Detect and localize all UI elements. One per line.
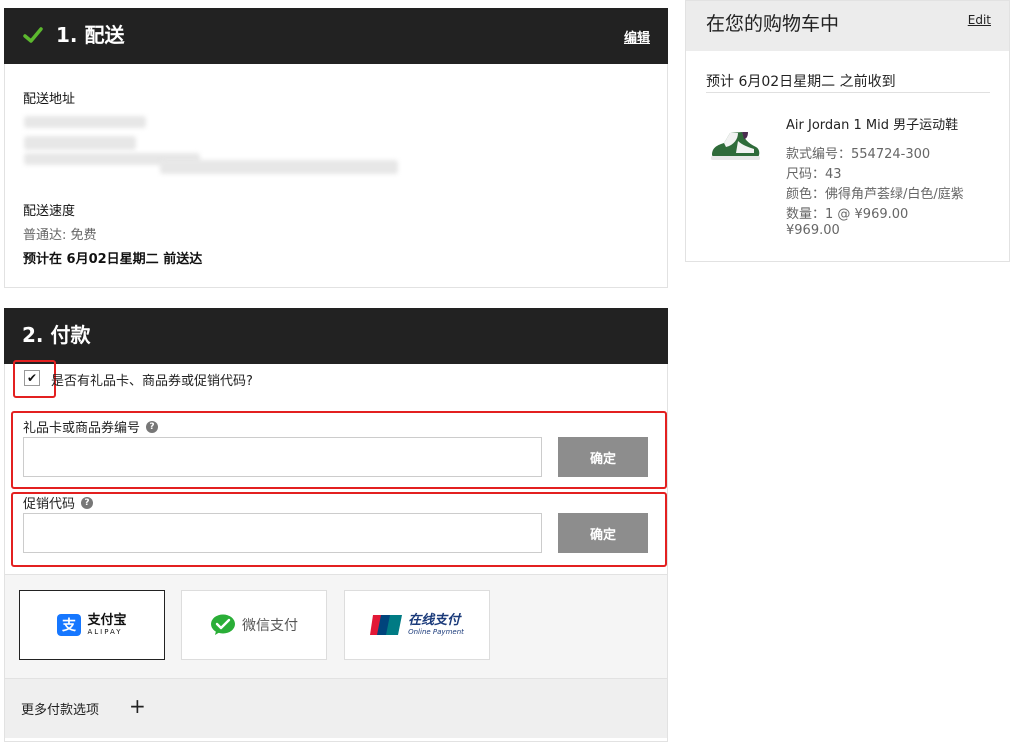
promo-confirm-button[interactable]: 确定 [558,513,648,553]
promo-label-text: 促销代码 [23,497,76,512]
cart-edit-link[interactable]: Edit [968,13,991,27]
svg-text:支: 支 [61,617,77,634]
alipay-sublabel: ALIPAY [87,628,123,636]
product-color: 颜色：佛得角芦荟绿/白色/庭紫 [786,187,964,202]
delivery-estimate: 预计在 6月02日星期二 前送达 [23,252,203,267]
gift-checkbox-label: 是否有礼品卡、商品券或促销代码? [51,374,253,389]
method-wechat[interactable]: 微信支付 [181,590,327,660]
giftcard-label: 礼品卡或商品券编号 ? [23,417,159,436]
shipping-title: 1. 配送 [56,23,125,47]
giftcard-confirm-button[interactable]: 确定 [558,437,648,477]
wechat-icon [211,614,235,635]
speed-label: 配送速度 [23,204,76,219]
wechat-label: 微信支付 [242,618,298,634]
alipay-icon: 支 [57,614,82,636]
redacted-address-line [160,160,398,174]
shipping-header: 1. 配送 编辑 [4,8,668,64]
giftcard-label-text: 礼品卡或商品券编号 [23,421,141,436]
cart-panel: 在您的购物车中 Edit 预计 6月02日星期二 之前收到 Air Jordan… [685,0,1010,262]
checkmark-icon: ✔ [26,371,38,385]
address-label: 配送地址 [23,92,76,107]
more-payment-label: 更多付款选项 [21,703,100,718]
payment-title: 2. 付款 [22,323,91,347]
promo-input[interactable] [23,513,542,553]
gift-checkbox[interactable]: ✔ [24,370,40,386]
cart-arrival: 预计 6月02日星期二 之前收到 [706,74,896,90]
giftcard-input[interactable] [23,437,542,477]
check-icon [23,27,43,43]
payment-header: 2. 付款 [4,308,668,364]
redacted-address-line [24,136,136,150]
promo-label: 促销代码 ? [23,493,94,512]
help-icon[interactable]: ? [81,496,94,509]
product-price: ¥969.00 [786,223,840,238]
speed-value: 普通达: 免费 [23,228,97,243]
alipay-label: 支付宝 [87,613,127,628]
method-unionpay[interactable]: 在线支付 Online Payment [344,590,490,660]
shoe-image [711,132,760,160]
unionpay-label: 在线支付 [408,613,461,628]
method-alipay[interactable]: 支 支付宝 ALIPAY [19,590,165,660]
product-style: 款式编号：554724-300 [786,147,931,162]
more-payment-options[interactable]: 更多付款选项 + [5,678,667,738]
cart-header: 在您的购物车中 Edit [686,1,1009,51]
help-icon[interactable]: ? [146,420,159,433]
product-quantity: 数量：1 @ ¥969.00 [786,207,909,222]
unionpay-sublabel: Online Payment [408,628,464,636]
product-size: 尺码：43 [786,167,842,182]
product-name[interactable]: Air Jordan 1 Mid 男子运动鞋 [786,114,958,133]
redacted-address-line [24,116,146,128]
plus-icon: + [129,694,146,718]
cart-title: 在您的购物车中 [706,13,840,35]
divider [706,92,990,93]
shipping-edit-link[interactable]: 编辑 [624,27,650,46]
unionpay-icon [370,615,403,635]
